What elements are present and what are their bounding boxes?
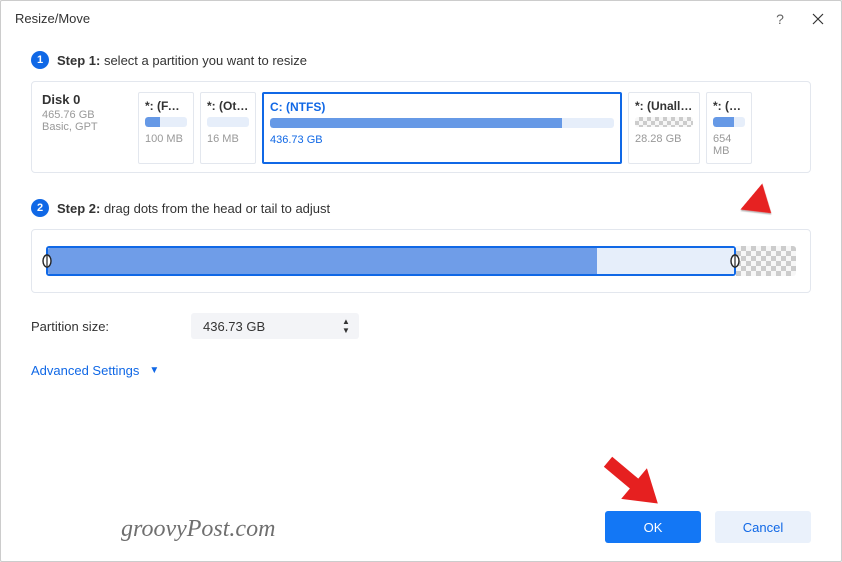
step2-text: drag dots from the head or tail to adjus… xyxy=(100,201,330,216)
resize-unallocated xyxy=(736,246,796,276)
resize-handle-right[interactable] xyxy=(730,254,740,268)
step1-text: select a partition you want to resize xyxy=(100,53,307,68)
partition-size: 654 MB xyxy=(713,133,745,157)
resize-handle-left[interactable] xyxy=(42,254,52,268)
partition-size: 436.73 GB xyxy=(270,134,614,146)
partition-bar xyxy=(207,117,249,127)
partition-bar-unallocated xyxy=(635,117,693,127)
disk-name: Disk 0 xyxy=(42,92,130,107)
stepper-up-icon[interactable]: ▲ xyxy=(339,317,353,326)
partition-size-row: Partition size: 436.73 GB ▲ ▼ xyxy=(31,313,811,339)
advanced-settings-toggle[interactable]: Advanced Settings ▼ xyxy=(31,363,159,378)
partition-size-label: Partition size: xyxy=(31,319,191,334)
partition-cell[interactable]: *: (Unallo... 28.28 GB xyxy=(628,92,700,164)
partition-cell[interactable]: *: (NT... 654 MB xyxy=(706,92,752,164)
close-icon[interactable] xyxy=(809,10,827,28)
resize-panel xyxy=(31,229,811,293)
partition-size: 28.28 GB xyxy=(635,133,693,145)
step1-bold: Step 1: xyxy=(57,53,100,68)
footer: OK Cancel xyxy=(605,511,811,543)
titlebar: Resize/Move ? xyxy=(1,1,841,37)
partition-label: C: (NTFS) xyxy=(270,100,614,114)
resize-track[interactable] xyxy=(46,246,796,276)
cancel-button[interactable]: Cancel xyxy=(715,511,811,543)
partition-cell[interactable]: *: (Oth... 16 MB xyxy=(200,92,256,164)
watermark: groovyPost.com xyxy=(121,516,275,543)
partition-size: 100 MB xyxy=(145,133,187,145)
partition-label: *: (FAT... xyxy=(145,99,187,113)
partition-cell[interactable]: C: (NTFS) 436.73 GB xyxy=(262,92,622,164)
window-title: Resize/Move xyxy=(15,11,90,26)
partition-bar xyxy=(270,118,614,128)
partition-label: *: (Oth... xyxy=(207,99,249,113)
chevron-down-icon: ▼ xyxy=(149,365,159,376)
resize-fill xyxy=(48,248,597,274)
partition-size: 16 MB xyxy=(207,133,249,145)
partition-label: *: (Unallo... xyxy=(635,99,693,113)
help-icon[interactable]: ? xyxy=(771,10,789,28)
resize-move-dialog: Resize/Move ? 1 Step 1: select a partiti… xyxy=(0,0,842,562)
stepper-down-icon[interactable]: ▼ xyxy=(339,326,353,335)
resize-partition[interactable] xyxy=(46,246,736,276)
advanced-settings-label: Advanced Settings xyxy=(31,363,139,378)
disk-size: 465.76 GB xyxy=(42,109,130,121)
partition-label: *: (NT... xyxy=(713,99,745,113)
step2-header: 2 Step 2: drag dots from the head or tai… xyxy=(31,199,811,217)
step2-badge: 2 xyxy=(31,199,49,217)
disk-type: Basic, GPT xyxy=(42,121,130,133)
partition-bar xyxy=(145,117,187,127)
disk-row: Disk 0 465.76 GB Basic, GPT *: (FAT... 10… xyxy=(31,81,811,173)
ok-button[interactable]: OK xyxy=(605,511,701,543)
step1-badge: 1 xyxy=(31,51,49,69)
partition-size-input[interactable]: 436.73 GB ▲ ▼ xyxy=(191,313,359,339)
step2-bold: Step 2: xyxy=(57,201,100,216)
disk-meta: Disk 0 465.76 GB Basic, GPT xyxy=(42,92,130,164)
resize-empty xyxy=(597,248,734,274)
partition-size-value: 436.73 GB xyxy=(203,319,339,334)
step1-header: 1 Step 1: select a partition you want to… xyxy=(31,51,811,69)
partition-cell[interactable]: *: (FAT... 100 MB xyxy=(138,92,194,164)
partition-bar xyxy=(713,117,745,127)
